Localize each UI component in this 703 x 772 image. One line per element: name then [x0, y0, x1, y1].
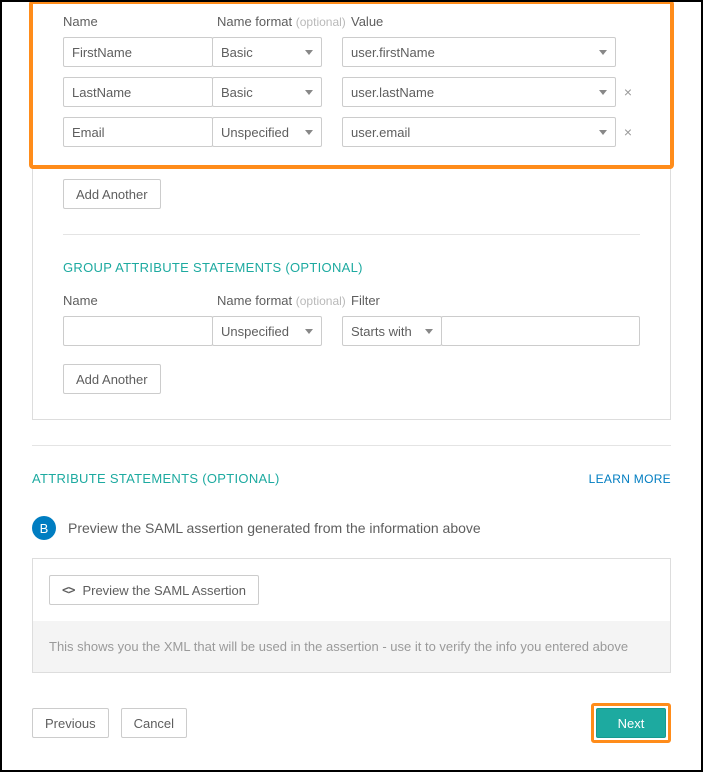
preview-card: <> Preview the SAML Assertion This shows…	[32, 558, 671, 673]
header-filter: Filter	[351, 293, 640, 308]
next-button[interactable]: Next	[596, 708, 666, 738]
attr-format-select[interactable]: Basic	[212, 77, 322, 107]
attr-format-select[interactable]: Unspecified	[212, 117, 322, 147]
chevron-down-icon	[425, 329, 433, 334]
header-format: Name format (optional)	[217, 14, 351, 29]
attribute-statements-card: Name Name format (optional) Value Basic	[32, 0, 671, 420]
group-section-title: GROUP ATTRIBUTE STATEMENTS (OPTIONAL)	[63, 260, 640, 275]
preview-saml-button[interactable]: <> Preview the SAML Assertion	[49, 575, 259, 605]
attr-name-input[interactable]	[63, 37, 213, 67]
group-headers: Name Name format (optional) Filter	[63, 293, 640, 308]
chevron-down-icon	[305, 50, 313, 55]
group-row: Unspecified Starts with	[63, 316, 640, 346]
learn-more-link[interactable]: LEARN MORE	[589, 472, 671, 486]
attribute-row: Unspecified user.email ×	[63, 117, 640, 147]
chevron-down-icon	[599, 50, 607, 55]
code-icon: <>	[62, 583, 74, 597]
chevron-down-icon	[305, 130, 313, 135]
chevron-down-icon	[305, 329, 313, 334]
attr-value-select[interactable]: user.firstName	[342, 37, 616, 67]
footer-row: Previous Cancel Next	[32, 703, 671, 743]
attr-format-select[interactable]: Basic	[212, 37, 322, 67]
attribute-headers: Name Name format (optional) Value	[63, 14, 640, 29]
chevron-down-icon	[599, 130, 607, 135]
header-value: Value	[351, 14, 640, 29]
group-name-input[interactable]	[63, 316, 213, 346]
attr-name-input[interactable]	[63, 77, 213, 107]
add-another-button[interactable]: Add Another	[63, 179, 161, 209]
step-text: Preview the SAML assertion generated fro…	[68, 520, 481, 536]
remove-row-button[interactable]: ×	[616, 84, 640, 100]
chevron-down-icon	[599, 90, 607, 95]
header-name: Name	[63, 293, 217, 308]
attr-value-select[interactable]: user.lastName	[342, 77, 616, 107]
header-format: Name format (optional)	[217, 293, 351, 308]
chevron-down-icon	[305, 90, 313, 95]
add-another-button[interactable]: Add Another	[63, 364, 161, 394]
attribute-section-title: ATTRIBUTE STATEMENTS (OPTIONAL)	[32, 471, 280, 486]
attribute-row: Basic user.lastName ×	[63, 77, 640, 107]
attr-value-select[interactable]: user.email	[342, 117, 616, 147]
attribute-row: Basic user.firstName ×	[63, 37, 640, 67]
group-filter-op-select[interactable]: Starts with	[342, 316, 442, 346]
group-filter-value-input[interactable]	[441, 316, 640, 346]
cancel-button[interactable]: Cancel	[121, 708, 187, 738]
next-highlight: Next	[591, 703, 671, 743]
attribute-highlight-box: Name Name format (optional) Value Basic	[29, 0, 674, 169]
divider	[32, 445, 671, 446]
previous-button[interactable]: Previous	[32, 708, 109, 738]
remove-row-button[interactable]: ×	[616, 124, 640, 140]
attr-name-input[interactable]	[63, 117, 213, 147]
header-name: Name	[63, 14, 217, 29]
preview-step-row: B Preview the SAML assertion generated f…	[32, 516, 671, 558]
step-badge: B	[32, 516, 56, 540]
preview-hint: This shows you the XML that will be used…	[33, 621, 670, 672]
divider	[63, 234, 640, 235]
group-format-select[interactable]: Unspecified	[212, 316, 322, 346]
